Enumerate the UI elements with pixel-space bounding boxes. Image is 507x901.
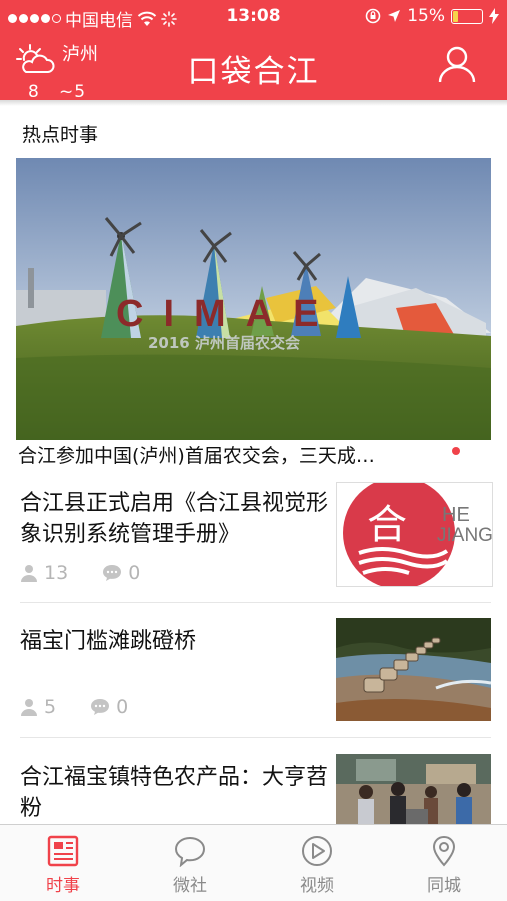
- comment-count: 0: [116, 696, 129, 718]
- battery-icon: [451, 8, 483, 24]
- hero-sign-letters: CIMAE: [116, 293, 338, 335]
- person-icon: [21, 565, 37, 582]
- newspaper-icon: [47, 835, 79, 867]
- charging-bolt-icon: [489, 8, 499, 24]
- play-circle-icon: [302, 836, 332, 866]
- hero-image[interactable]: CIMAE 2016 泸州首届农交会: [16, 158, 491, 440]
- comment-icon: [103, 565, 122, 581]
- nav-bar: 泸州 8 ~5 口袋合江: [0, 32, 507, 102]
- tab-local[interactable]: 同城: [381, 825, 507, 901]
- section-title-hot-news: 热点时事: [22, 124, 99, 146]
- tab-community[interactable]: 微社: [127, 825, 253, 901]
- news-thumbnail-stepping-stones[interactable]: [336, 618, 491, 721]
- logo-char: 合: [367, 502, 407, 548]
- header-shadow: [0, 100, 507, 106]
- rotation-lock-icon: [365, 8, 381, 24]
- news-title[interactable]: 合江县正式启用《合江县视觉形象识别系统管理手册》: [20, 488, 330, 550]
- chat-bubble-icon: [174, 836, 206, 867]
- svg-text:HE: HE: [442, 504, 470, 526]
- tab-label: 时事: [46, 876, 80, 896]
- news-thumbnail-market[interactable]: [336, 754, 491, 824]
- comment-count: 0: [128, 562, 141, 584]
- tab-news[interactable]: 时事: [0, 825, 126, 901]
- news-meta: 5 0: [20, 696, 162, 718]
- unread-indicator: [452, 447, 460, 455]
- app-title: 口袋合江: [187, 54, 320, 90]
- location-arrow-icon: [388, 10, 401, 22]
- app-header: 中国电信 13:08 15% 泸州 8 ~5 口袋合江: [0, 0, 507, 102]
- divider: [20, 737, 491, 738]
- person-icon: [21, 699, 37, 716]
- tab-label: 视频: [300, 876, 334, 896]
- user-profile-icon[interactable]: [437, 44, 477, 84]
- news-item[interactable]: 福宝门槛滩跳磴桥 5 0: [0, 618, 507, 723]
- location-pin-icon: [432, 835, 456, 867]
- view-count: 13: [44, 562, 69, 584]
- battery-percent: 15%: [407, 6, 445, 26]
- comment-icon: [91, 699, 110, 715]
- bottom-tab-bar: 时事 微社 视频 同城: [0, 824, 507, 901]
- svg-text:JIANG: JIANG: [437, 525, 492, 546]
- tab-label: 同城: [427, 876, 461, 896]
- news-meta: 13 0: [20, 562, 174, 584]
- hero-sign-subtitle: 2016 泸州首届农交会: [148, 334, 300, 352]
- divider: [20, 602, 491, 603]
- news-thumbnail-hejiang-logo[interactable]: 合 HE JIANG: [336, 482, 493, 587]
- status-bar: 中国电信 13:08 15%: [0, 0, 507, 32]
- news-title[interactable]: 福宝门槛滩跳磴桥: [20, 626, 330, 657]
- news-title[interactable]: 合江福宝镇特色农产品：大亨苕粉: [20, 762, 330, 824]
- view-count: 5: [44, 696, 57, 718]
- tab-label: 微社: [173, 876, 207, 896]
- news-item[interactable]: 合江福宝镇特色农产品：大亨苕粉: [0, 754, 507, 824]
- hero-caption[interactable]: 合江参加中国(泸州)首届农交会，三天成…: [18, 441, 375, 468]
- tab-video[interactable]: 视频: [254, 825, 380, 901]
- news-item[interactable]: 合江县正式启用《合江县视觉形象识别系统管理手册》 13 0 合 HE JIANG: [0, 482, 507, 602]
